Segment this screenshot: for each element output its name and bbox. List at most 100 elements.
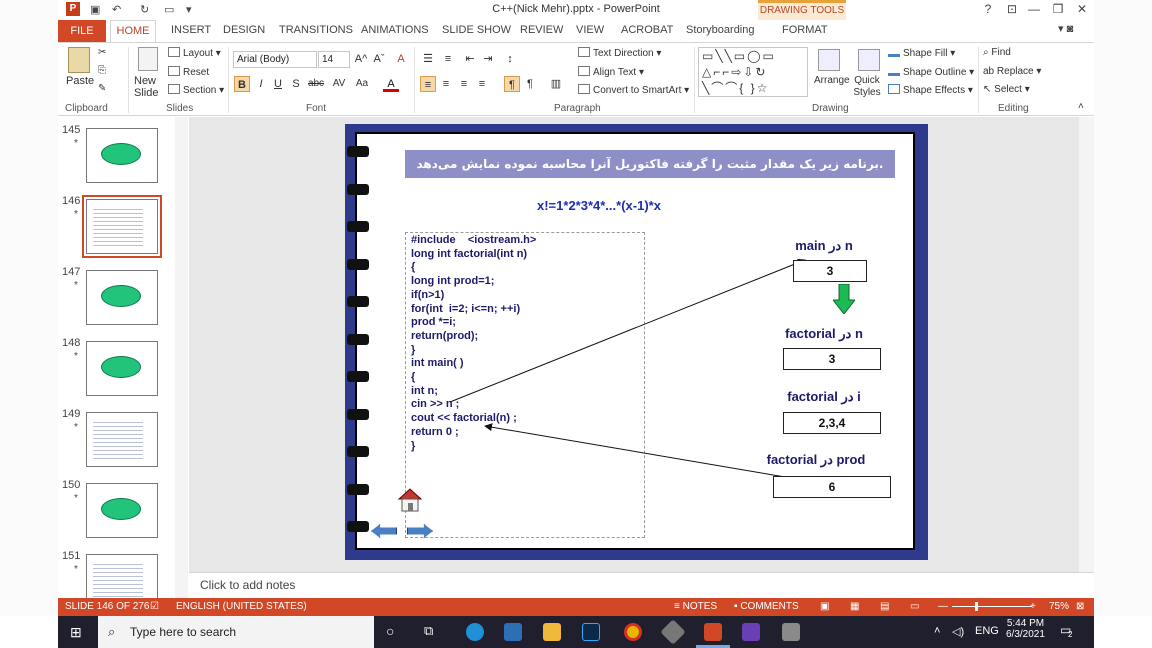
new-slide-button[interactable]: New Slide xyxy=(134,75,162,99)
grow-font-button[interactable]: A^ xyxy=(353,51,369,67)
user-account-icon[interactable]: ▾ ◙ xyxy=(1058,22,1073,35)
tab-animations[interactable]: ANIMATIONS xyxy=(361,24,429,36)
tab-review[interactable]: REVIEW xyxy=(520,24,563,36)
reading-view-icon[interactable]: ▤ xyxy=(880,601,889,612)
tab-design[interactable]: DESIGN xyxy=(223,24,265,36)
powerpoint-taskbar-icon[interactable] xyxy=(704,623,722,641)
zoom-slider-thumb[interactable] xyxy=(975,602,978,611)
variable-value-box[interactable]: 3 xyxy=(783,348,881,370)
italic-button[interactable]: I xyxy=(253,76,269,92)
text-direction-button[interactable]: Text Direction ▾ xyxy=(578,47,661,59)
align-center-icon[interactable]: ≡ xyxy=(438,76,454,92)
close-button[interactable]: ✕ xyxy=(1072,2,1092,16)
paste-icon[interactable] xyxy=(68,47,90,73)
slide-vertical-scrollbar[interactable] xyxy=(1079,117,1094,572)
slide-counter[interactable]: SLIDE 146 OF 276 xyxy=(65,601,150,612)
edge-icon[interactable] xyxy=(466,623,484,641)
tab-format[interactable]: FORMAT xyxy=(782,24,828,36)
zoom-slider[interactable] xyxy=(952,606,1032,607)
tab-home[interactable]: HOME xyxy=(110,20,156,42)
slide-thumbnail[interactable] xyxy=(82,195,162,258)
clear-formatting-button[interactable]: A xyxy=(393,51,409,67)
notes-pane[interactable]: Click to add notes xyxy=(189,572,1094,598)
slide-thumbnail[interactable] xyxy=(86,412,158,467)
slide-sorter-icon[interactable]: ▦ xyxy=(850,601,859,612)
tab-file[interactable]: FILE xyxy=(58,20,106,42)
spellcheck-icon[interactable]: ☑ xyxy=(150,601,159,612)
variable-value-box[interactable]: 6 xyxy=(773,476,891,498)
font-name-select[interactable]: Arial (Body) xyxy=(233,51,317,68)
ltr-icon[interactable]: ¶ xyxy=(522,76,538,92)
variable-value-box[interactable]: 2,3,4 xyxy=(783,412,881,434)
zoom-out-button[interactable]: — xyxy=(938,601,948,612)
line-spacing-icon[interactable]: ↕ xyxy=(502,51,518,67)
photoshop-icon[interactable] xyxy=(582,623,600,641)
minimize-button[interactable]: — xyxy=(1024,2,1044,16)
copy-icon[interactable]: ⎘ xyxy=(98,65,106,76)
arrange-icon[interactable] xyxy=(818,49,840,71)
slideshow-view-icon[interactable]: ▭ xyxy=(910,601,919,612)
replace-button[interactable]: ab Replace ▾ xyxy=(983,66,1041,77)
decrease-indent-icon[interactable]: ⇤ xyxy=(462,51,478,67)
tab-transitions[interactable]: TRANSITIONS xyxy=(279,24,353,36)
shape-outline-button[interactable]: Shape Outline ▾ xyxy=(888,66,974,78)
app-icon[interactable] xyxy=(660,619,686,645)
shape-fill-button[interactable]: Shape Fill ▾ xyxy=(888,47,955,59)
align-right-icon[interactable]: ≡ xyxy=(456,76,472,92)
reset-button[interactable]: Reset xyxy=(168,66,209,78)
task-view-icon[interactable]: ⧉ xyxy=(424,623,433,639)
bullets-icon[interactable]: ☰ xyxy=(420,51,436,67)
store-icon[interactable] xyxy=(504,623,522,641)
tab-slide-show[interactable]: SLIDE SHOW xyxy=(442,24,511,36)
change-case-button[interactable]: Aa xyxy=(351,76,373,92)
arrange-button[interactable]: Arrange xyxy=(814,75,850,86)
justify-icon[interactable]: ≡ xyxy=(474,76,490,92)
tab-view[interactable]: VIEW xyxy=(576,24,604,36)
file-explorer-icon[interactable] xyxy=(543,623,561,641)
align-text-button[interactable]: Align Text ▾ xyxy=(578,66,644,78)
font-size-select[interactable]: 14 xyxy=(318,51,350,68)
notes-button[interactable]: ≡ NOTES xyxy=(674,601,717,612)
input-language[interactable]: ENG xyxy=(975,625,999,637)
cut-icon[interactable]: ✂ xyxy=(98,47,106,58)
underline-button[interactable]: U xyxy=(270,76,286,92)
numbering-icon[interactable]: ≡ xyxy=(440,51,456,67)
zoom-level[interactable]: 75% xyxy=(1049,601,1069,612)
volume-icon[interactable]: ◁) xyxy=(952,625,964,638)
visual-studio-icon[interactable] xyxy=(742,623,760,641)
select-button[interactable]: ↖ Select ▾ xyxy=(983,84,1030,95)
language-indicator[interactable]: ENGLISH (UNITED STATES) xyxy=(176,601,307,612)
zoom-in-button[interactable]: + xyxy=(1030,601,1036,612)
quick-styles-button[interactable]: Quick Styles xyxy=(851,75,883,99)
columns-icon[interactable]: ▥ xyxy=(548,76,564,92)
slide-thumbnail[interactable] xyxy=(86,341,158,396)
shrink-font-button[interactable]: Aˇ xyxy=(371,51,387,67)
paste-button[interactable]: Paste xyxy=(66,75,94,87)
find-button[interactable]: ⌕ Find xyxy=(983,47,1011,58)
quick-styles-icon[interactable] xyxy=(858,49,880,71)
taskbar-search-box[interactable]: ⌕ Type here to search xyxy=(98,616,374,648)
font-color-button[interactable]: A xyxy=(383,76,399,92)
tab-insert[interactable]: INSERT xyxy=(171,24,211,36)
shape-effects-button[interactable]: Shape Effects ▾ xyxy=(888,84,973,96)
app-icon-2[interactable] xyxy=(782,623,800,641)
section-button[interactable]: Section ▾ xyxy=(168,84,224,96)
chrome-icon[interactable] xyxy=(624,623,642,641)
home-icon[interactable] xyxy=(397,488,423,512)
increase-indent-icon[interactable]: ⇥ xyxy=(480,51,496,67)
character-spacing-button[interactable]: AV xyxy=(328,76,350,92)
thumbnail-scrollbar[interactable] xyxy=(175,117,188,598)
convert-smartart-button[interactable]: Convert to SmartArt ▾ xyxy=(578,84,689,96)
system-clock[interactable]: 5:44 PM 6/3/2021 xyxy=(1006,618,1045,640)
collapse-ribbon-icon[interactable]: ˄ xyxy=(1078,101,1084,112)
comments-button[interactable]: ▪ COMMENTS xyxy=(734,601,799,612)
cortana-icon[interactable]: ○ xyxy=(386,623,394,639)
tray-overflow-icon[interactable]: ˄ xyxy=(934,625,940,637)
rtl-icon[interactable]: ¶ xyxy=(504,76,520,92)
tab-acrobat[interactable]: ACROBAT xyxy=(621,24,673,36)
normal-view-icon[interactable]: ▣ xyxy=(820,601,829,612)
slide[interactable]: برنامه زیر یک مقدار مثبت را گرفته فاکتور… xyxy=(345,124,928,560)
shadow-button[interactable]: S xyxy=(288,76,304,92)
slide-thumbnail[interactable] xyxy=(86,270,158,325)
tab-storyboarding[interactable]: Storyboarding xyxy=(686,24,755,36)
